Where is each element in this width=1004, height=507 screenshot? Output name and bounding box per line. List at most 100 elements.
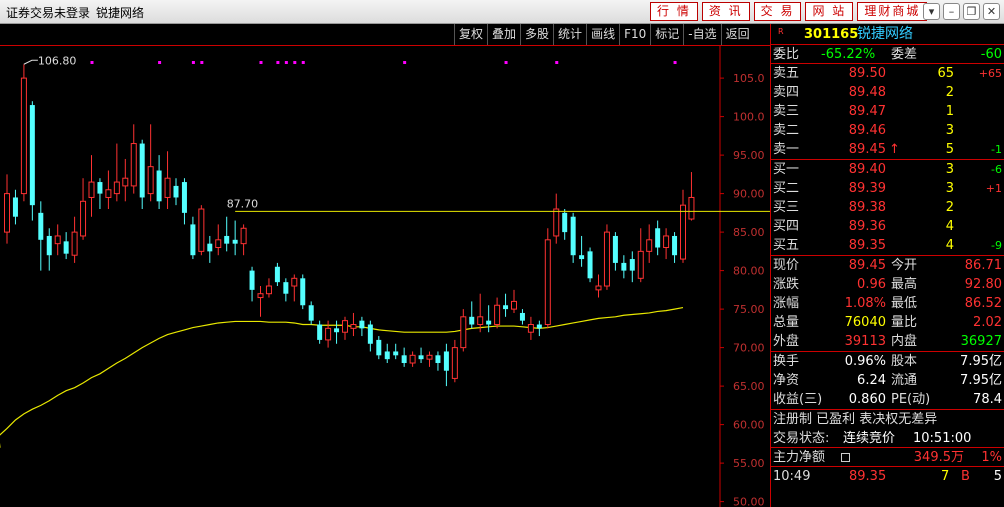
stat-value: 39113: [844, 334, 886, 349]
candle-body: [4, 193, 10, 233]
status-value: 连续竞价: [843, 431, 896, 446]
candle-body: [80, 200, 87, 237]
menu-mall[interactable]: 理财商城: [857, 2, 928, 21]
stats-button[interactable]: 统计: [553, 24, 586, 45]
bid-row[interactable]: 买三 89.38 2: [771, 198, 1004, 217]
stat-label: 外盘: [773, 334, 800, 349]
ask-volume: 3: [945, 123, 954, 138]
event-marker: [191, 61, 195, 64]
fundamental-value: 0.96%: [844, 354, 886, 369]
chart-toolbar: 复权 叠加 多股 统计 画线 F10 标记 -自选 返回: [454, 24, 754, 45]
event-marker: [301, 61, 305, 64]
candle-body: [536, 324, 542, 329]
weibi-value: -65.22%: [821, 47, 876, 62]
fundamental-label: 收益(三): [773, 392, 823, 407]
fundamental-label: 换手: [773, 354, 800, 369]
quote-panel: R 301165 锐捷网络 委比 -65.22% 委差 -60 卖五 89.50 6…: [770, 24, 1004, 507]
overlay-button[interactable]: 叠加: [487, 24, 520, 45]
back-button[interactable]: 返回: [720, 24, 754, 45]
fundamental-value: 7.95亿: [960, 373, 1002, 388]
candle-body: [629, 259, 635, 271]
main-flow-pct: 1%: [981, 450, 1002, 465]
minimize-icon[interactable]: –: [943, 3, 960, 20]
close-icon[interactable]: ✕: [983, 3, 1000, 20]
fundamental-label: 流通: [891, 373, 918, 388]
mark-button[interactable]: 标记: [650, 24, 683, 45]
y-tick-label: 105.0: [733, 72, 765, 85]
ask-row[interactable]: 卖一 89.45 ↑ 5 -1: [771, 140, 1004, 159]
ask-row[interactable]: 卖五 89.50 65 +65: [771, 64, 1004, 83]
candle-body: [553, 208, 560, 237]
tick-side: B: [961, 469, 970, 484]
dropdown-icon[interactable]: ▾: [923, 3, 940, 20]
candle-body: [12, 197, 18, 217]
ask-row[interactable]: 卖三 89.47 1: [771, 102, 1004, 121]
high-pointer-icon: [23, 59, 38, 65]
event-marker: [90, 61, 94, 64]
y-tick-label: 65.00: [733, 380, 765, 393]
bid-volume: 3: [945, 162, 954, 177]
candlestick-chart[interactable]: 105.0 100.0 95.00 90.00 85.00 80.00 75.00 70.00…: [0, 45, 770, 507]
window-title: 证券交易未登录 锐捷网络: [6, 4, 144, 21]
ask-row[interactable]: 卖四 89.48 2: [771, 83, 1004, 102]
remove-favorite-button[interactable]: -自选: [683, 24, 720, 45]
stat-row: 现价 89.45 今开 86.71: [771, 256, 1004, 275]
candle-body: [207, 243, 213, 252]
ask-price: 89.50: [848, 66, 886, 81]
bid-price: 89.35: [848, 238, 886, 253]
fundamental-value: 0.860: [848, 392, 886, 407]
ask-price: 89.48: [848, 85, 886, 100]
candle-body: [240, 227, 247, 245]
bid-row[interactable]: 买五 89.35 4 -9: [771, 236, 1004, 255]
ask-label: 卖四: [773, 85, 800, 100]
candle-body: [672, 235, 678, 256]
menu-news[interactable]: 资 讯: [701, 2, 750, 21]
candle-body: [257, 293, 264, 299]
y-tick-label: 70.00: [733, 342, 765, 355]
stock-name[interactable]: 锐捷网络: [857, 24, 913, 45]
candle-body: [544, 239, 551, 326]
menu-market[interactable]: 行 情: [650, 2, 698, 21]
menu-website[interactable]: 网 站: [805, 2, 854, 21]
stock-code[interactable]: 301165: [804, 24, 858, 45]
bid-volume: 4: [945, 219, 954, 234]
tick-volume: 7: [941, 469, 950, 484]
candles: [4, 64, 695, 387]
candle-body: [232, 239, 238, 244]
app-title: 证券交易未登录: [6, 6, 91, 20]
main-flow-row[interactable]: 主力净额 349.5万 1%: [771, 448, 1004, 467]
restore-icon[interactable]: ❐: [963, 3, 980, 20]
candle-body: [113, 181, 120, 195]
stat-label: 今开: [891, 258, 918, 273]
multi-stock-button[interactable]: 多股: [520, 24, 553, 45]
ask-row[interactable]: 卖二 89.46 3: [771, 121, 1004, 140]
stat-label: 最低: [891, 296, 918, 311]
bid-row[interactable]: 买二 89.39 3 +1: [771, 179, 1004, 198]
candle-body: [71, 231, 78, 256]
candle-body: [367, 324, 373, 344]
menu-trade[interactable]: 交 易: [753, 2, 802, 21]
y-tick-label: 60.00: [733, 419, 765, 432]
candle-body: [603, 231, 610, 287]
stat-value: 86.52: [964, 296, 1002, 311]
candle-body: [317, 324, 323, 340]
ask-label: 卖一: [773, 142, 800, 157]
stat-label: 量比: [891, 315, 918, 330]
ask-price: 89.45: [848, 142, 886, 157]
y-tick-label: 50.00: [733, 496, 765, 507]
adjust-button[interactable]: 复权: [454, 24, 487, 45]
ask-label: 卖五: [773, 66, 800, 81]
stat-value: 89.45: [848, 258, 886, 273]
bid-row[interactable]: 买一 89.40 3 -6: [771, 160, 1004, 179]
stat-row: 外盘 39113 内盘 36927: [771, 332, 1004, 351]
bid-row[interactable]: 买四 89.36 4: [771, 217, 1004, 236]
list-icon[interactable]: [841, 453, 850, 462]
bid-volume: 2: [945, 200, 954, 215]
candle-body: [494, 304, 501, 326]
draw-line-button[interactable]: 画线: [586, 24, 619, 45]
f10-button[interactable]: F10: [619, 24, 650, 45]
stat-value: 86.71: [964, 258, 1002, 273]
bid-label: 买四: [773, 219, 800, 234]
tick-price: 89.35: [849, 469, 887, 484]
bid-label: 买五: [773, 238, 800, 253]
